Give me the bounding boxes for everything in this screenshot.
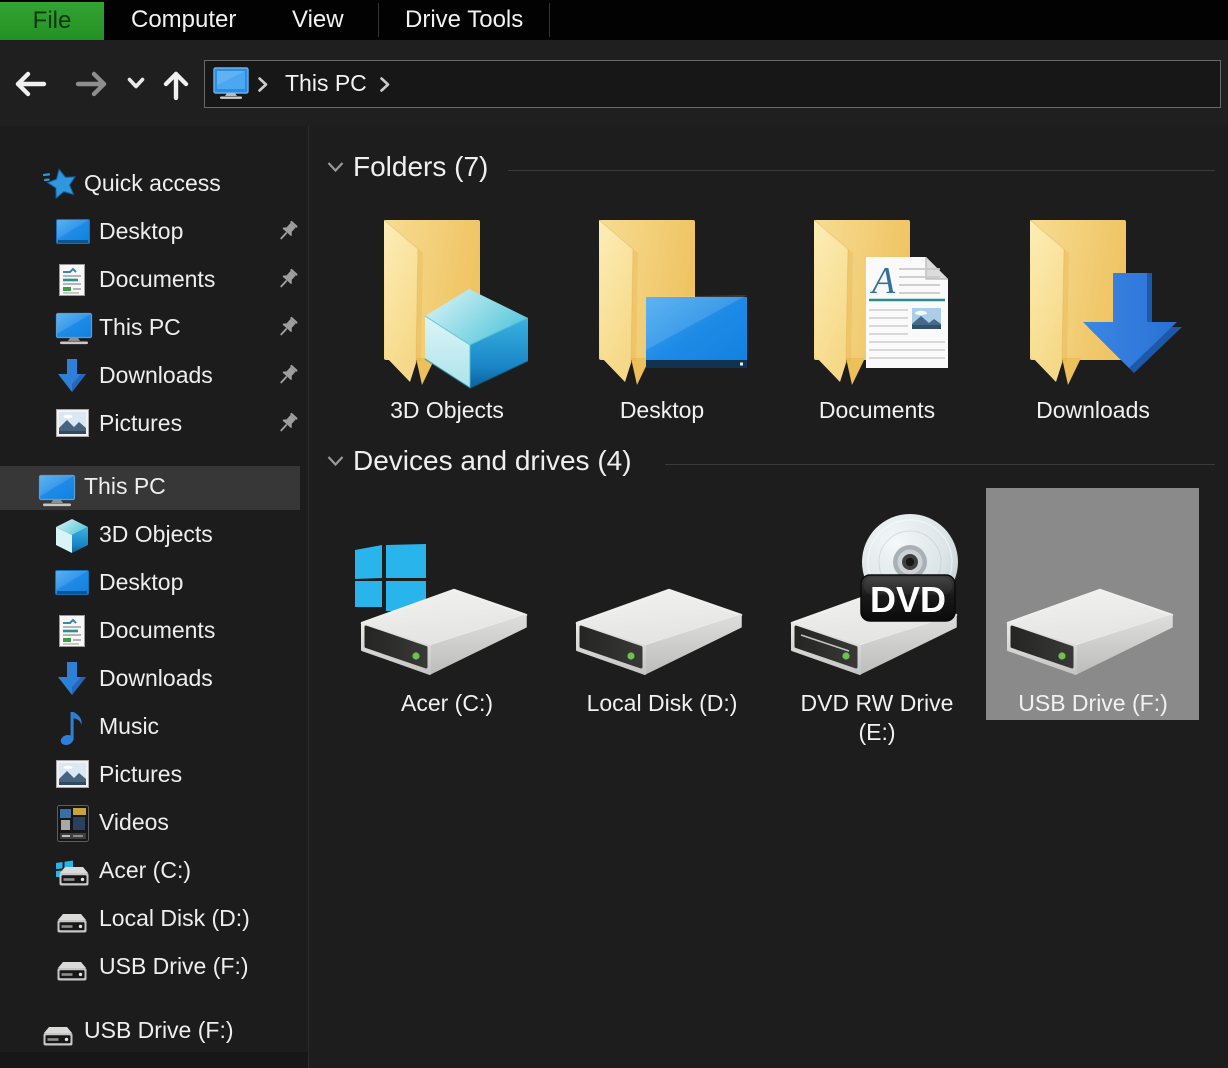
- svg-text:A: A: [869, 260, 896, 302]
- svg-text:DVD: DVD: [870, 579, 946, 620]
